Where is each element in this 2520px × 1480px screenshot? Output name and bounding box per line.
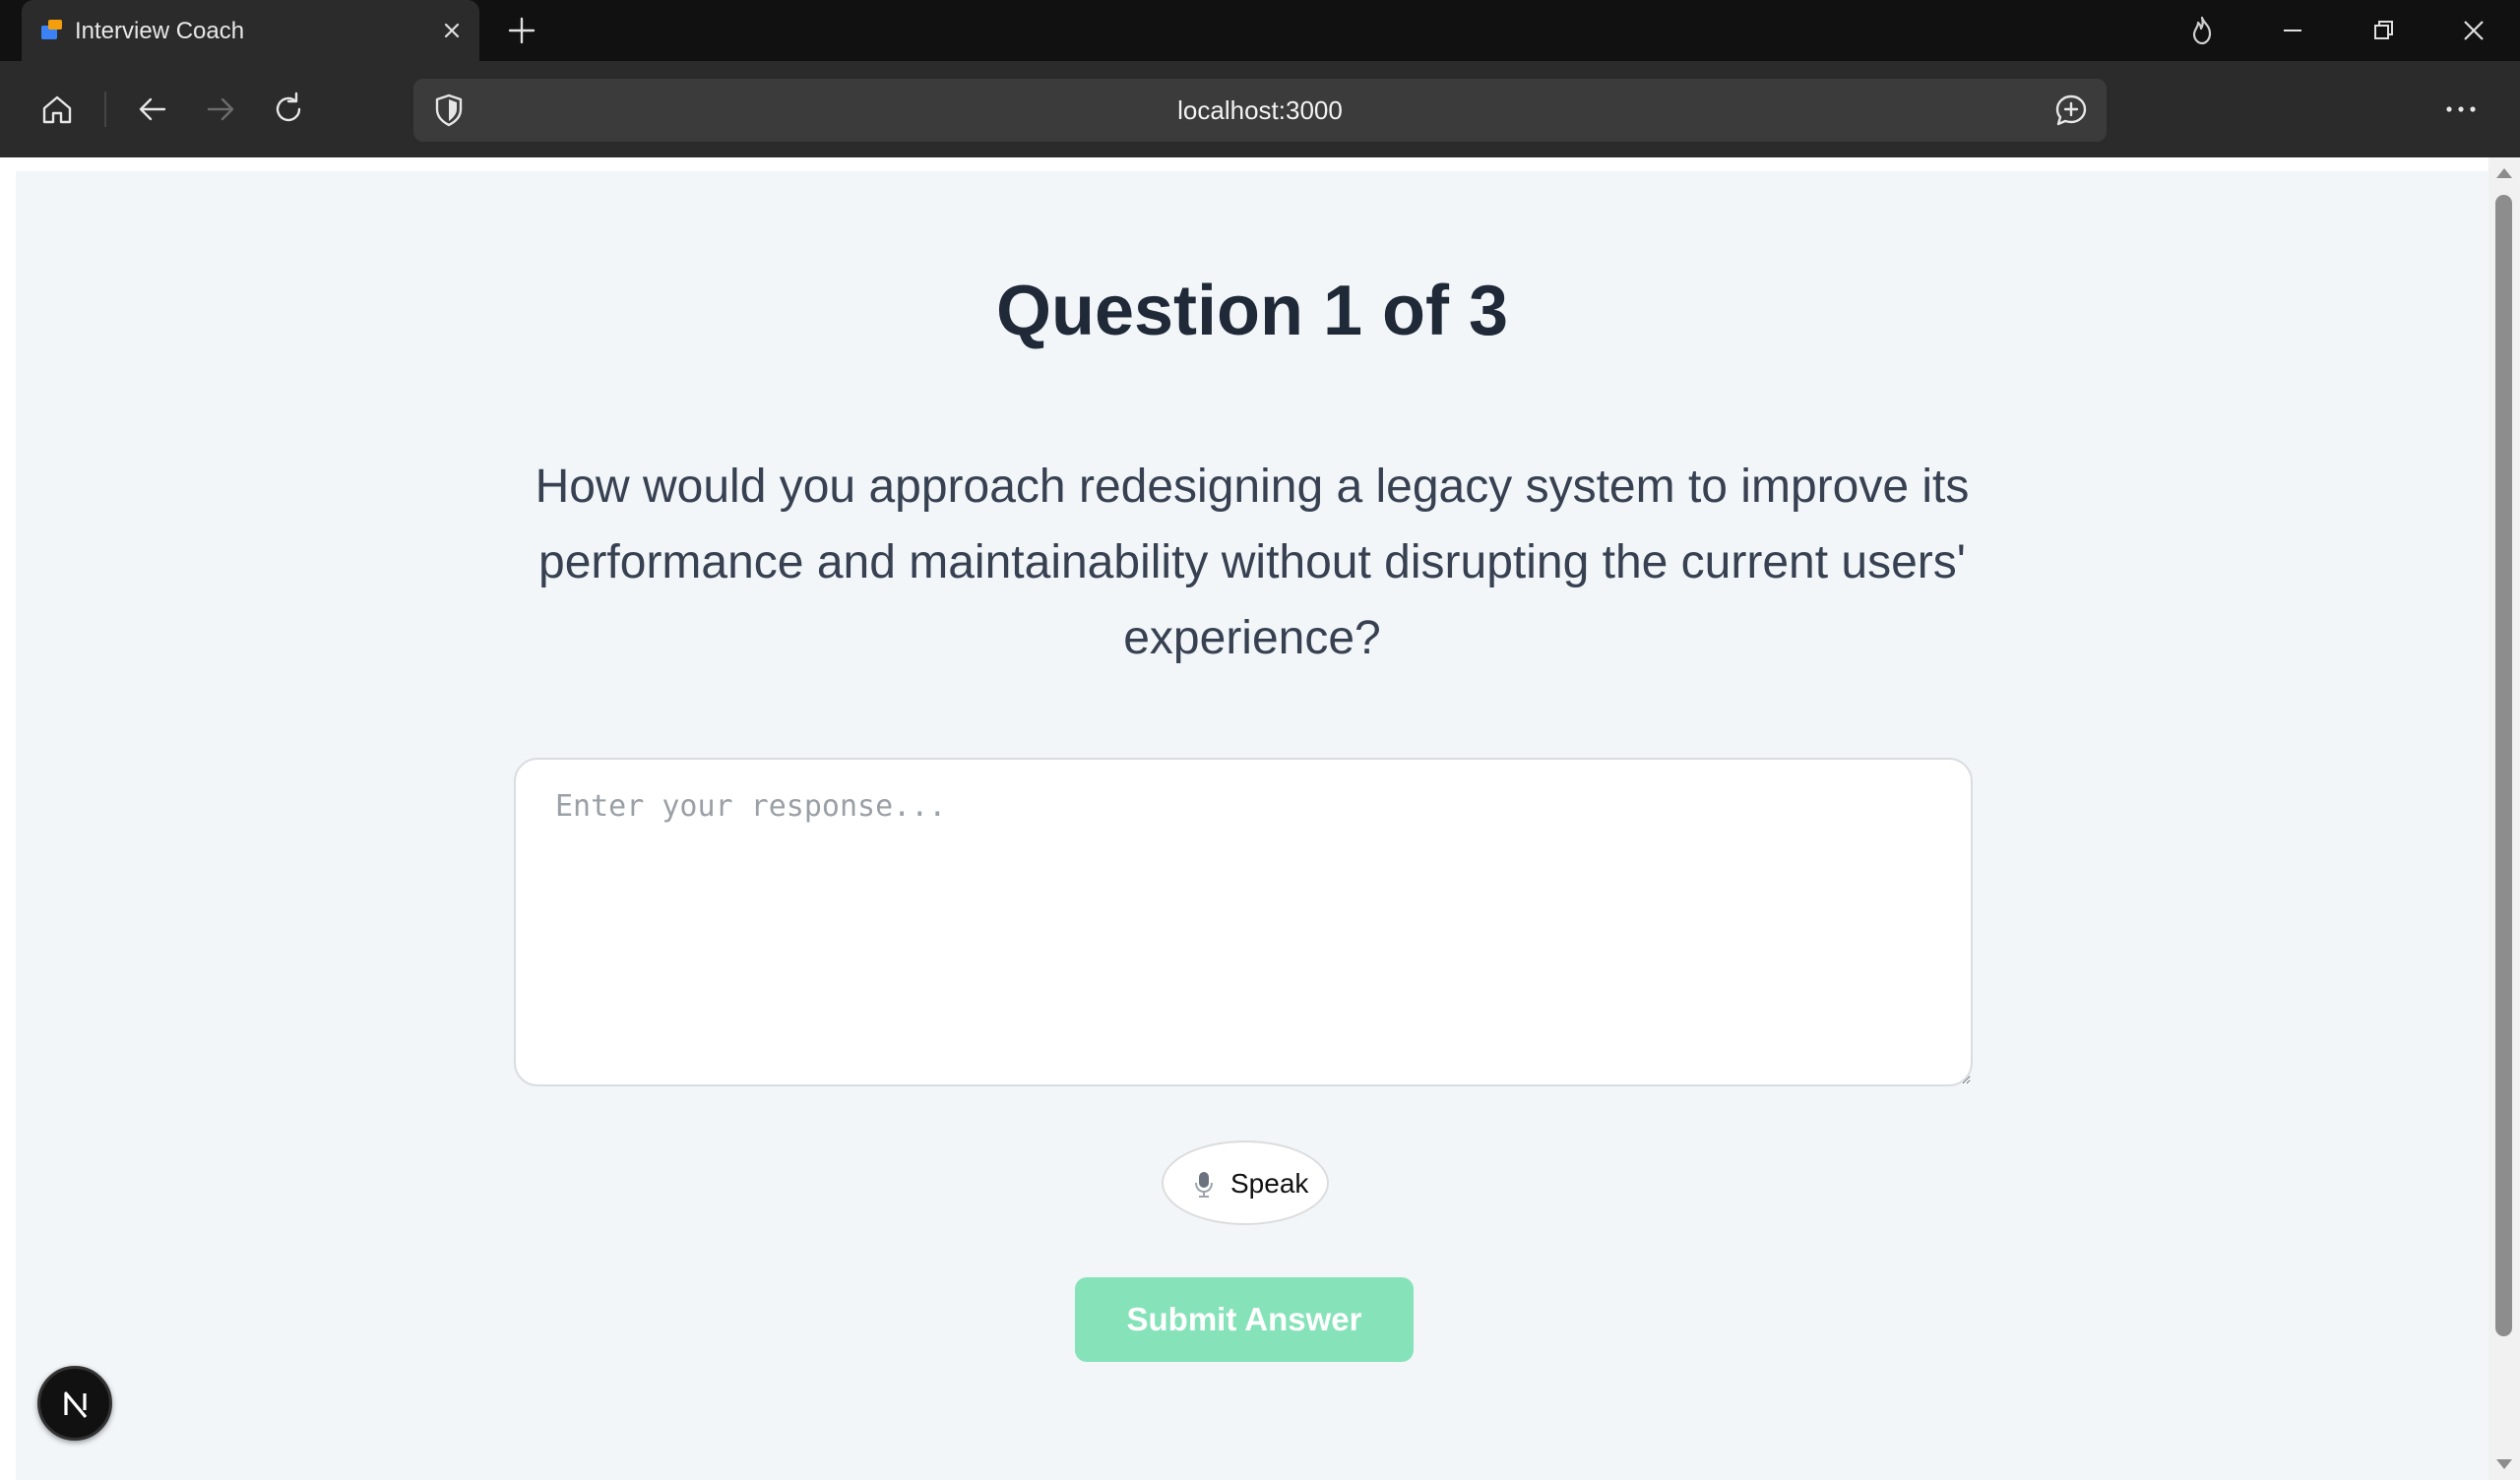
microphone-icon [1195, 1172, 1213, 1198]
plus-icon[interactable] [507, 16, 536, 45]
close-window-icon[interactable] [2457, 14, 2490, 47]
browser-titlebar: Interview Coach [0, 0, 2520, 61]
chat-plus-icon[interactable] [2051, 91, 2091, 130]
browser-tab[interactable]: Interview Coach [22, 0, 479, 61]
speak-button[interactable]: Speak [1162, 1141, 1329, 1225]
submit-answer-button[interactable]: Submit Answer [1075, 1277, 1414, 1362]
home-icon[interactable] [37, 90, 77, 129]
toolbar-separator [104, 92, 106, 127]
more-dots-icon[interactable] [2441, 90, 2481, 129]
speak-label: Speak [1230, 1168, 1309, 1199]
close-icon[interactable] [438, 17, 466, 44]
address-bar[interactable]: localhost:3000 [413, 79, 2107, 142]
n-logo-icon: N [64, 1391, 88, 1419]
app-favicon-icon [41, 20, 62, 39]
arrow-left-icon[interactable] [133, 90, 172, 129]
arrow-right-icon[interactable] [201, 90, 240, 129]
scroll-down-icon[interactable] [2494, 1456, 2514, 1472]
nextjs-dev-indicator[interactable]: N [37, 1366, 112, 1441]
question-counter-heading: Question 1 of 3 [995, 272, 1509, 350]
question-text: How would you approach redesigning a leg… [535, 461, 1970, 664]
scroll-up-icon[interactable] [2494, 165, 2514, 181]
viewport-left-border [0, 171, 16, 1480]
flame-icon[interactable] [2185, 14, 2219, 47]
answer-input[interactable] [514, 758, 1973, 1086]
tab-title: Interview Coach [75, 18, 245, 44]
reload-icon[interactable] [269, 90, 308, 129]
restore-icon[interactable] [2366, 14, 2400, 47]
minimize-icon[interactable] [2276, 14, 2309, 47]
url-text[interactable]: localhost:3000 [413, 95, 2107, 125]
viewport-top-border [0, 157, 2520, 171]
page-content: Question 1 of 3 How would you approach r… [16, 171, 2488, 1480]
vertical-scrollbar[interactable] [2488, 157, 2520, 1480]
scrollbar-thumb[interactable] [2495, 195, 2512, 1336]
